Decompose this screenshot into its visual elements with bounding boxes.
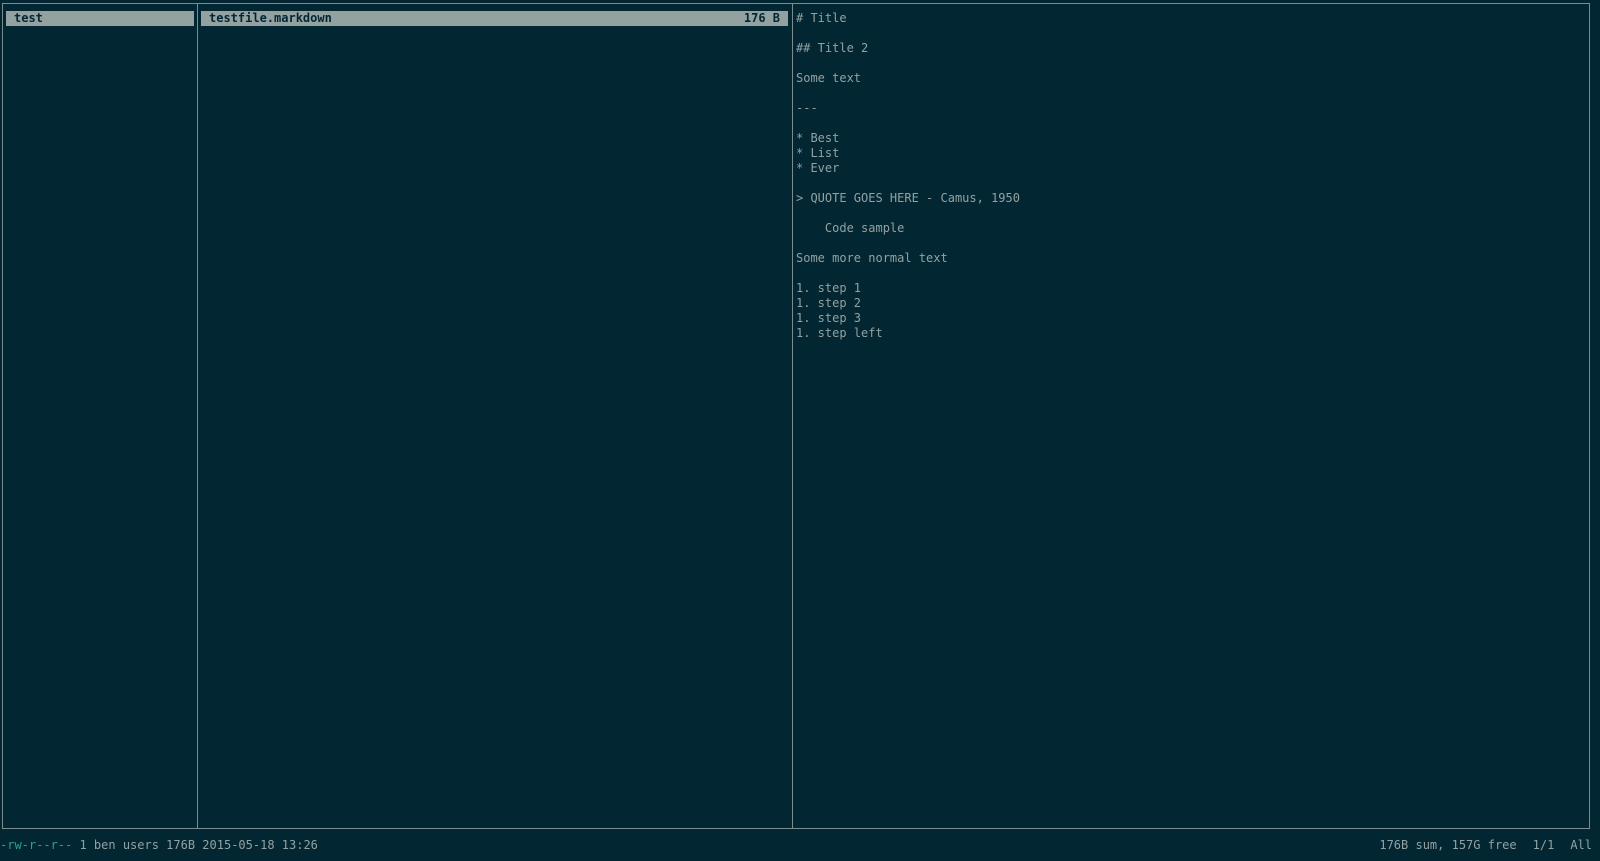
preview-line: --- bbox=[796, 101, 818, 115]
preview-line bbox=[796, 236, 1586, 251]
preview-line: * Best bbox=[796, 131, 840, 145]
disk-summary: 176B sum, 157G free bbox=[1379, 838, 1517, 852]
preview-line bbox=[796, 206, 1586, 221]
preview-line: > QUOTE GOES HERE - Camus, 1950 bbox=[796, 191, 1020, 205]
preview-line: ## Title 2 bbox=[796, 41, 869, 55]
status-bar: -rw-r--r-- 1 ben users 176B 2015-05-18 1… bbox=[0, 838, 1600, 853]
parent-directory-pane: test bbox=[6, 11, 194, 26]
preview-line: * Ever bbox=[796, 161, 840, 175]
preview-line: 1. step 3 bbox=[796, 311, 862, 325]
preview-line: Some more normal text bbox=[796, 251, 948, 265]
file-preview-pane: # Title ## Title 2 Some text --- * Best … bbox=[796, 11, 1586, 341]
preview-line: 1. step 1 bbox=[796, 281, 862, 295]
pane-divider-left bbox=[197, 3, 198, 829]
preview-line bbox=[796, 86, 1586, 101]
file-name: testfile.markdown bbox=[209, 11, 332, 25]
preview-line: 1. step 2 bbox=[796, 296, 862, 310]
pane-divider-right bbox=[792, 3, 793, 829]
preview-line: Code sample bbox=[796, 221, 905, 235]
preview-line bbox=[796, 176, 1586, 191]
parent-dir-item-name: test bbox=[14, 11, 43, 25]
scroll-indicator: All bbox=[1570, 838, 1592, 852]
file-size: 176 B bbox=[743, 11, 780, 25]
status-right: 176B sum, 157G free 1/1 All bbox=[1363, 838, 1600, 853]
file-list-item[interactable]: testfile.markdown 176 B bbox=[201, 11, 788, 26]
parent-dir-item[interactable]: test bbox=[6, 11, 194, 26]
preview-line bbox=[796, 116, 1586, 131]
preview-line: # Title bbox=[796, 11, 847, 25]
preview-line: * List bbox=[796, 146, 840, 160]
file-info: 1 ben users 176B 2015-05-18 13:26 bbox=[72, 838, 318, 852]
preview-line bbox=[796, 26, 1586, 41]
preview-line: Some text bbox=[796, 71, 862, 85]
current-directory-pane: testfile.markdown 176 B bbox=[201, 11, 788, 26]
status-left: -rw-r--r-- 1 ben users 176B 2015-05-18 1… bbox=[0, 838, 318, 853]
preview-line bbox=[796, 56, 1586, 71]
list-position: 1/1 bbox=[1532, 838, 1555, 852]
file-permissions: -rw-r--r-- bbox=[0, 838, 73, 852]
preview-line: 1. step left bbox=[796, 326, 883, 340]
preview-line bbox=[796, 266, 1586, 281]
